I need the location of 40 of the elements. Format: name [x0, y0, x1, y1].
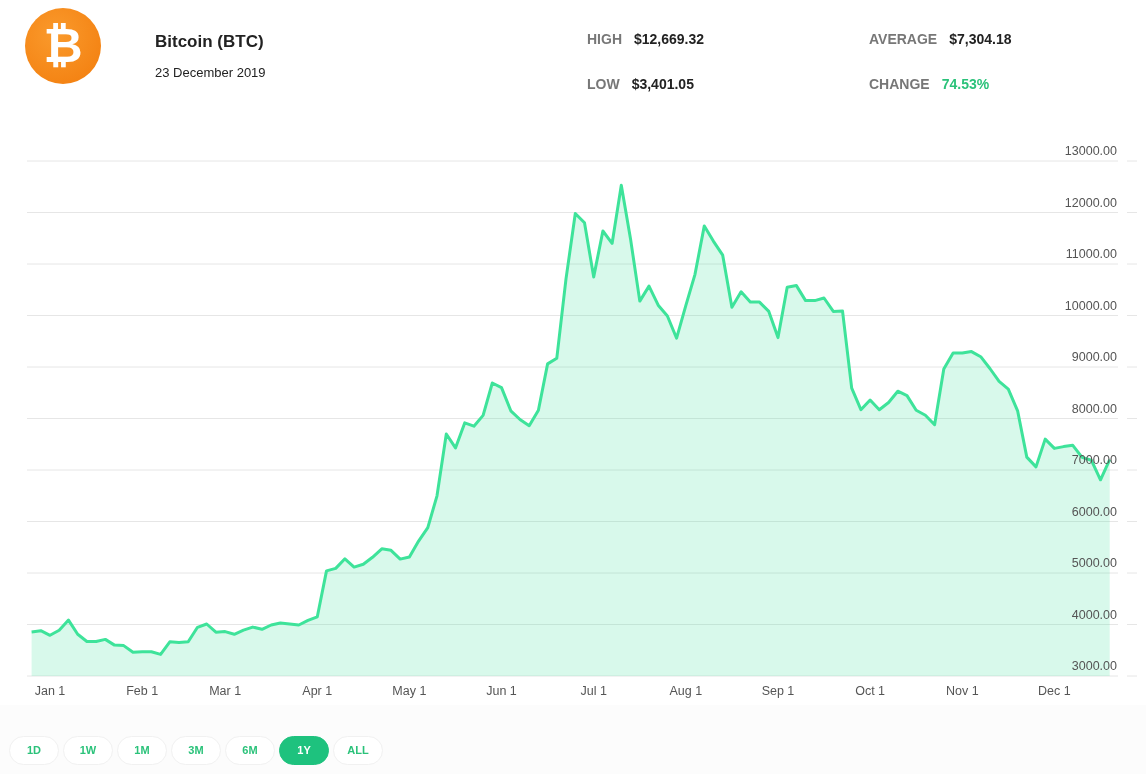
- y-axis-label: 9000.00: [1071, 350, 1117, 364]
- range-button[interactable]: 3M: [171, 736, 221, 765]
- range-button[interactable]: 6M: [225, 736, 275, 765]
- stat-value: 74.53%: [941, 75, 990, 94]
- stat-value: $12,669.32: [634, 30, 705, 49]
- x-axis-label: Nov 1: [945, 684, 979, 698]
- x-axis-label: Jun 1: [486, 684, 517, 698]
- x-axis-label: Aug 1: [669, 684, 703, 698]
- x-axis-label: Jul 1: [580, 684, 607, 698]
- stat-label: HIGH: [587, 30, 622, 49]
- y-axis-label: 12000.00: [1064, 195, 1117, 210]
- stat-label: AVERAGE: [869, 30, 938, 49]
- y-axis-label: 6000.00: [1071, 504, 1117, 519]
- x-axis-label: Jan 1: [34, 684, 66, 698]
- x-axis-label: Apr 1: [302, 684, 333, 698]
- x-axis-label: Oct 1: [855, 684, 886, 698]
- x-axis-label: Sep 1: [761, 684, 795, 698]
- bitcoin-logo: ₿: [25, 8, 101, 84]
- stat-value: $3,401.05: [631, 75, 694, 94]
- y-axis-label: 13000.00: [1064, 144, 1117, 158]
- y-axis-label: 3000.00: [1071, 659, 1117, 673]
- range-button[interactable]: 1Y: [279, 736, 329, 765]
- y-axis-label: 10000.00: [1064, 298, 1117, 313]
- y-axis-label: 11000.00: [1065, 247, 1117, 261]
- coin-name: Bitcoin (BTC): [155, 31, 265, 53]
- stat-label: LOW: [587, 75, 620, 94]
- y-axis-label: 5000.00: [1071, 556, 1117, 570]
- range-button[interactable]: 1D: [9, 736, 59, 765]
- range-button[interactable]: 1W: [63, 736, 113, 765]
- x-axis-label: Dec 1: [1038, 684, 1071, 698]
- range-button[interactable]: 1M: [117, 736, 167, 765]
- stat-label: CHANGE: [869, 75, 930, 94]
- x-axis-label: Mar 1: [209, 684, 242, 698]
- x-axis-label: May 1: [392, 684, 427, 698]
- stat-value: $7,304.18: [949, 30, 1012, 49]
- range-button[interactable]: ALL: [333, 736, 383, 765]
- y-axis-label: 8000.00: [1071, 401, 1117, 416]
- date-text: 23 December 2019: [155, 63, 267, 82]
- x-axis-label: Feb 1: [126, 684, 159, 698]
- y-axis-label: 4000.00: [1071, 607, 1117, 622]
